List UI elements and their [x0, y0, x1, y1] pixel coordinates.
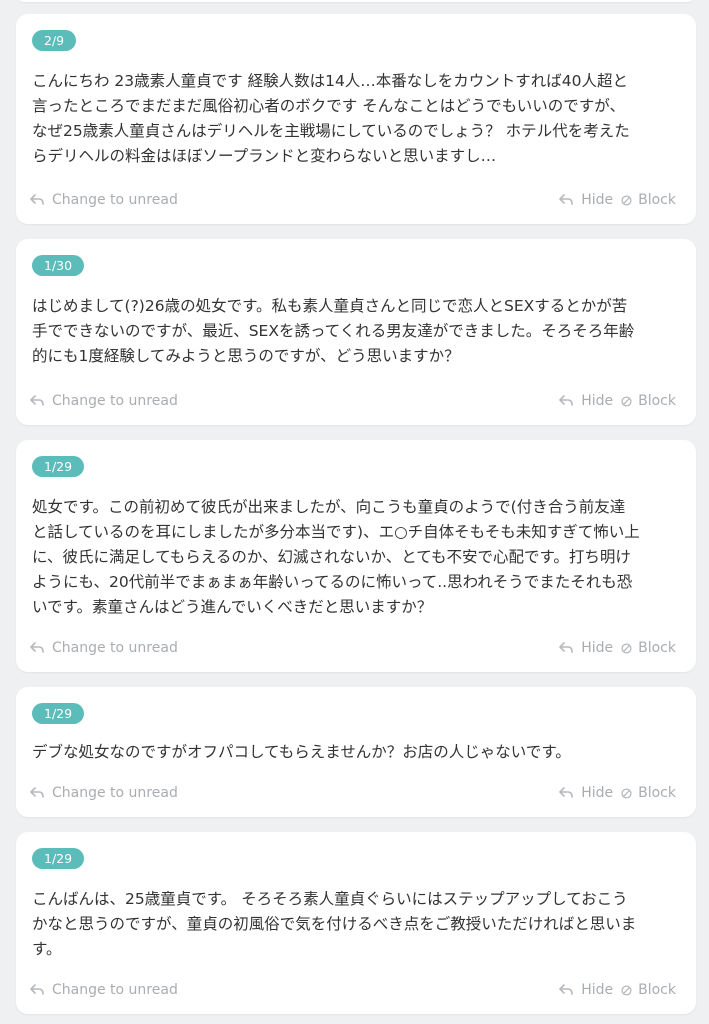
- reply-arrow-icon: [30, 194, 44, 206]
- hide-button[interactable]: Hide: [559, 638, 613, 658]
- hide-label: Hide: [581, 640, 614, 656]
- reply-arrow-icon: [559, 194, 574, 206]
- prohibited-icon: [621, 395, 632, 407]
- reply-arrow-icon: [30, 395, 44, 407]
- date-badge: 1/29: [32, 848, 85, 869]
- hide-button[interactable]: Hide: [559, 980, 613, 1000]
- hide-label: Hide: [581, 192, 614, 208]
- previous-card-edge: [16, 0, 695, 2]
- message-card: 1/30 はじめまして(?)26歳の処女です。私も素人童貞さんと同じで恋人とSE…: [16, 239, 696, 425]
- card-actions: Change to unread Hide Block: [16, 391, 696, 411]
- reply-arrow-icon: [559, 395, 574, 407]
- moderation-actions: Hide Block: [559, 783, 676, 803]
- block-button[interactable]: Block: [621, 980, 676, 1000]
- message-text: デブな処女なのですがオフパコしてもらえませんか？お店の人じゃないです。: [32, 743, 571, 761]
- moderation-actions: Hide Block: [559, 638, 676, 658]
- block-button[interactable]: Block: [621, 391, 676, 411]
- hide-button[interactable]: Hide: [559, 783, 613, 803]
- block-label: Block: [638, 192, 676, 208]
- change-to-unread-button[interactable]: Change to unread: [30, 783, 178, 803]
- hide-label: Hide: [581, 982, 614, 998]
- change-to-unread-label: Change to unread: [52, 192, 178, 208]
- card-actions: Change to unread Hide Block: [16, 783, 696, 803]
- change-to-unread-button[interactable]: Change to unread: [30, 391, 178, 411]
- message-card: 1/29 処女です。この前初めて彼氏が出来ましたが、向こうも童貞のようで(付き合…: [16, 440, 696, 672]
- card-actions: Change to unread Hide Block: [16, 638, 696, 658]
- block-button[interactable]: Block: [621, 783, 676, 803]
- hide-button[interactable]: Hide: [559, 391, 613, 411]
- block-label: Block: [638, 393, 676, 409]
- prohibited-icon: [621, 194, 632, 206]
- block-button[interactable]: Block: [621, 638, 676, 658]
- card-actions: Change to unread Hide Block: [16, 980, 696, 1000]
- prohibited-icon: [621, 787, 632, 799]
- block-button[interactable]: Block: [621, 190, 676, 210]
- date-badge: 1/30: [32, 255, 85, 276]
- change-to-unread-label: Change to unread: [52, 785, 178, 801]
- change-to-unread-button[interactable]: Change to unread: [30, 190, 178, 210]
- message-text: こんにちわ 23歳素人童貞です 経験人数は14人…本番なしをカウントすれば40人…: [32, 72, 630, 165]
- change-to-unread-label: Change to unread: [52, 982, 178, 998]
- reply-arrow-icon: [30, 642, 44, 654]
- reply-arrow-icon: [30, 787, 44, 799]
- block-label: Block: [638, 982, 676, 998]
- message-card: 2/9 こんにちわ 23歳素人童貞です 経験人数は14人…本番なしをカウントすれ…: [16, 14, 696, 224]
- change-to-unread-button[interactable]: Change to unread: [30, 980, 178, 1000]
- moderation-actions: Hide Block: [559, 190, 676, 210]
- change-to-unread-button[interactable]: Change to unread: [30, 638, 178, 658]
- reply-arrow-icon: [30, 984, 44, 996]
- reply-arrow-icon: [559, 642, 574, 654]
- change-to-unread-label: Change to unread: [52, 640, 178, 656]
- message-text: 処女です。この前初めて彼氏が出来ましたが、向こうも童貞のようで(付き合う前友達 …: [32, 498, 640, 616]
- date-badge: 1/29: [32, 456, 85, 477]
- date-badge: 1/29: [32, 703, 85, 724]
- message-card: 1/29 こんばんは、25歳童貞です。 そろそろ素人童貞ぐらいにはステップアップ…: [16, 832, 696, 1014]
- moderation-actions: Hide Block: [559, 391, 676, 411]
- hide-label: Hide: [581, 393, 614, 409]
- date-badge: 2/9: [32, 30, 77, 51]
- hide-button[interactable]: Hide: [559, 190, 613, 210]
- reply-arrow-icon: [559, 984, 574, 996]
- prohibited-icon: [621, 984, 632, 996]
- card-actions: Change to unread Hide Block: [16, 190, 696, 210]
- block-label: Block: [638, 785, 676, 801]
- message-card: 1/29 デブな処女なのですがオフパコしてもらえませんか？お店の人じゃないです。…: [16, 687, 696, 817]
- prohibited-icon: [621, 642, 632, 654]
- block-label: Block: [638, 640, 676, 656]
- moderation-actions: Hide Block: [559, 980, 676, 1000]
- reply-arrow-icon: [559, 787, 574, 799]
- hide-label: Hide: [581, 785, 614, 801]
- change-to-unread-label: Change to unread: [52, 393, 178, 409]
- message-text: こんばんは、25歳童貞です。 そろそろ素人童貞ぐらいにはステップアップしておこう…: [32, 890, 637, 958]
- message-text: はじめまして(?)26歳の処女です。私も素人童貞さんと同じで恋人とSEXするとか…: [32, 297, 635, 365]
